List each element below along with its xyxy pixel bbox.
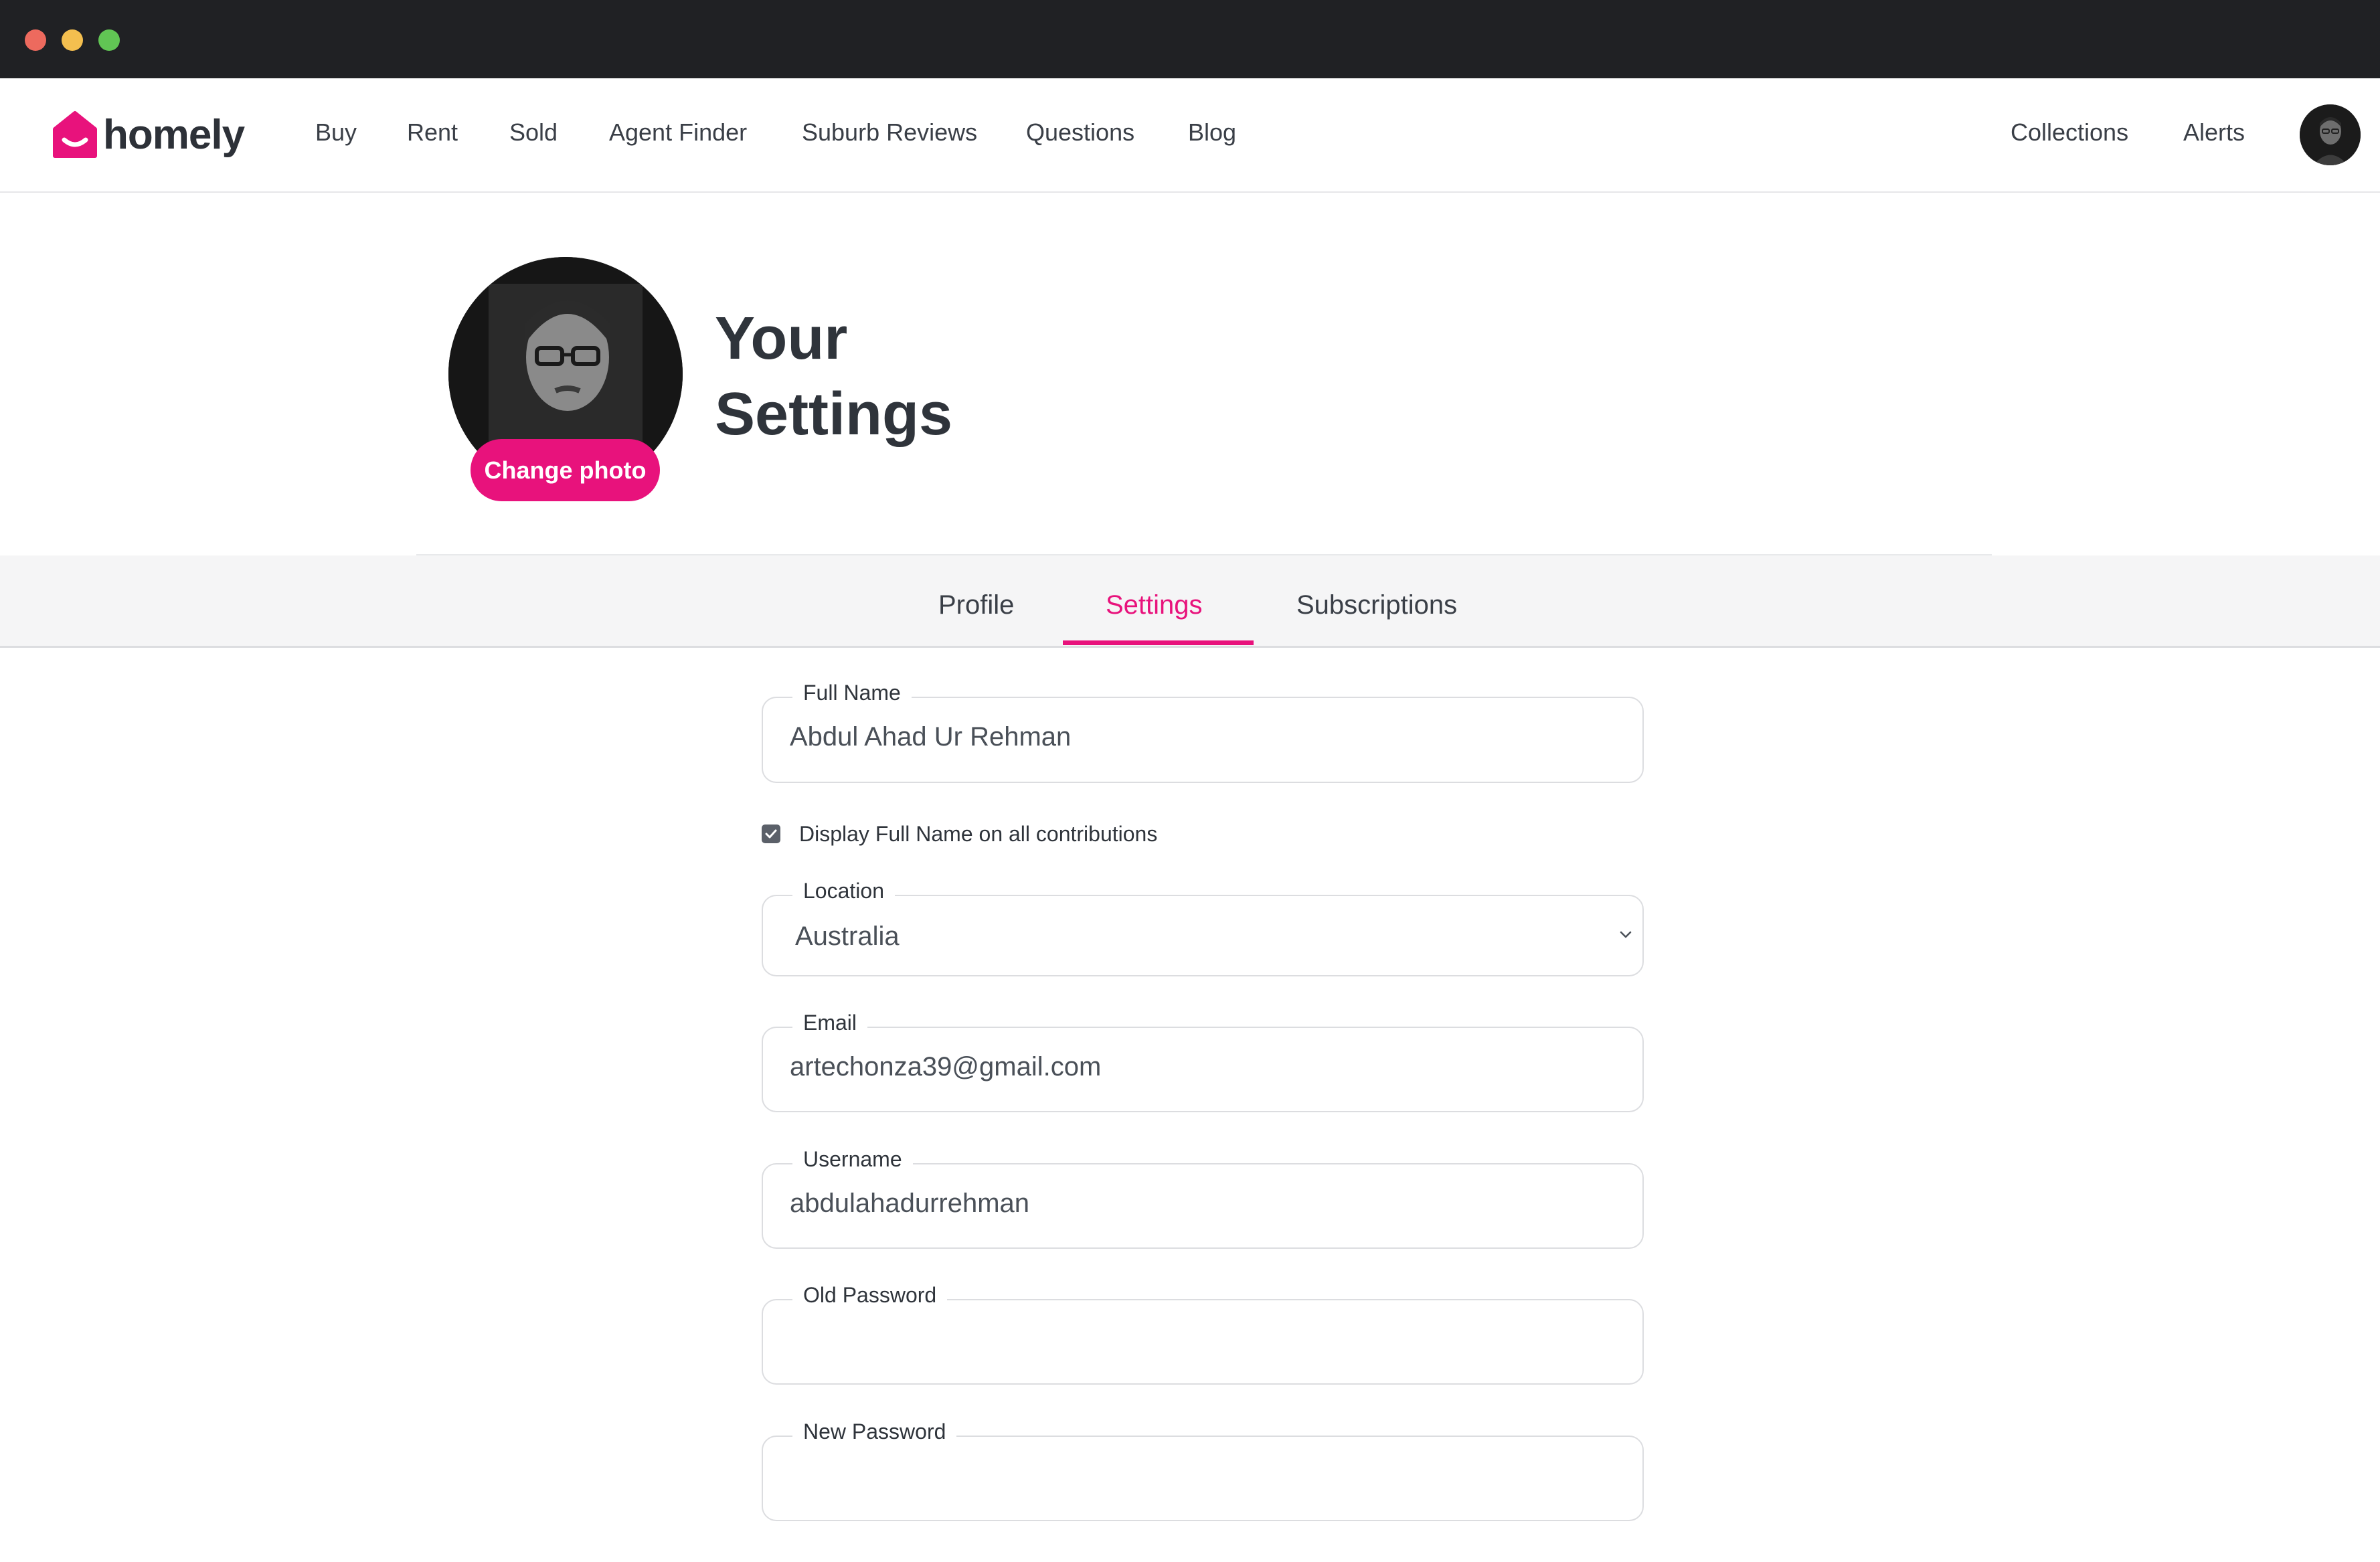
house-smile-icon [53, 111, 97, 158]
tab-subscriptions[interactable]: Subscriptions [1296, 590, 1457, 620]
display-full-name-checkbox[interactable] [762, 825, 780, 843]
change-photo-button[interactable]: Change photo [471, 439, 660, 501]
checkmark-icon [765, 829, 777, 839]
location-selected-value: Australia [795, 922, 900, 951]
nav-blog[interactable]: Blog [1188, 118, 1236, 147]
top-navbar: homely Buy Rent Sold Agent Finder Suburb… [0, 78, 2380, 193]
tab-settings[interactable]: Settings [1106, 590, 1203, 620]
user-avatar[interactable] [2300, 104, 2361, 165]
nav-sold[interactable]: Sold [509, 118, 558, 147]
nav-collections[interactable]: Collections [2011, 118, 2128, 147]
settings-tabs: Profile Settings Subscriptions [0, 555, 2380, 648]
nav-alerts[interactable]: Alerts [2183, 118, 2245, 147]
new-password-field[interactable]: New Password [762, 1419, 1644, 1521]
window-titlebar [0, 0, 2380, 78]
display-full-name-option[interactable]: Display Full Name on all contributions [762, 820, 1157, 847]
page-title-line1: Your [715, 305, 848, 372]
active-tab-indicator [1063, 640, 1254, 645]
username-input[interactable]: abdulahadurrehman [790, 1189, 1029, 1219]
nav-questions[interactable]: Questions [1026, 118, 1134, 147]
brand-name: homely [103, 111, 245, 158]
new-password-label: New Password [792, 1419, 957, 1444]
nav-buy[interactable]: Buy [315, 118, 357, 147]
minimize-window-button[interactable] [62, 29, 83, 51]
page-title-line2: Settings [715, 381, 953, 448]
nav-agent-finder[interactable]: Agent Finder [609, 118, 747, 147]
email-field[interactable]: Email artechonza39@gmail.com [762, 1011, 1644, 1112]
full-name-label: Full Name [792, 681, 912, 705]
full-name-input[interactable]: Abdul Ahad Ur Rehman [790, 722, 1071, 752]
avatar-portrait-icon [2300, 104, 2361, 165]
chevron-down-icon [1620, 931, 1632, 938]
location-label: Location [792, 879, 895, 903]
display-full-name-label: Display Full Name on all contributions [799, 821, 1158, 846]
location-select[interactable]: Location Australia [762, 879, 1644, 976]
full-name-field[interactable]: Full Name Abdul Ahad Ur Rehman [762, 681, 1644, 783]
username-field[interactable]: Username abdulahadurrehman [762, 1147, 1644, 1249]
email-input[interactable]: artechonza39@gmail.com [790, 1052, 1101, 1082]
old-password-label: Old Password [792, 1283, 948, 1308]
email-label: Email [792, 1011, 868, 1035]
page-title: Your Settings [715, 301, 1049, 452]
nav-rent[interactable]: Rent [407, 118, 458, 147]
homely-logo[interactable]: homely [52, 108, 245, 161]
maximize-window-button[interactable] [98, 29, 120, 51]
username-label: Username [792, 1147, 913, 1172]
tab-profile[interactable]: Profile [938, 590, 1014, 620]
nav-suburb-reviews[interactable]: Suburb Reviews [802, 118, 977, 147]
close-window-button[interactable] [25, 29, 46, 51]
old-password-field[interactable]: Old Password [762, 1283, 1644, 1385]
